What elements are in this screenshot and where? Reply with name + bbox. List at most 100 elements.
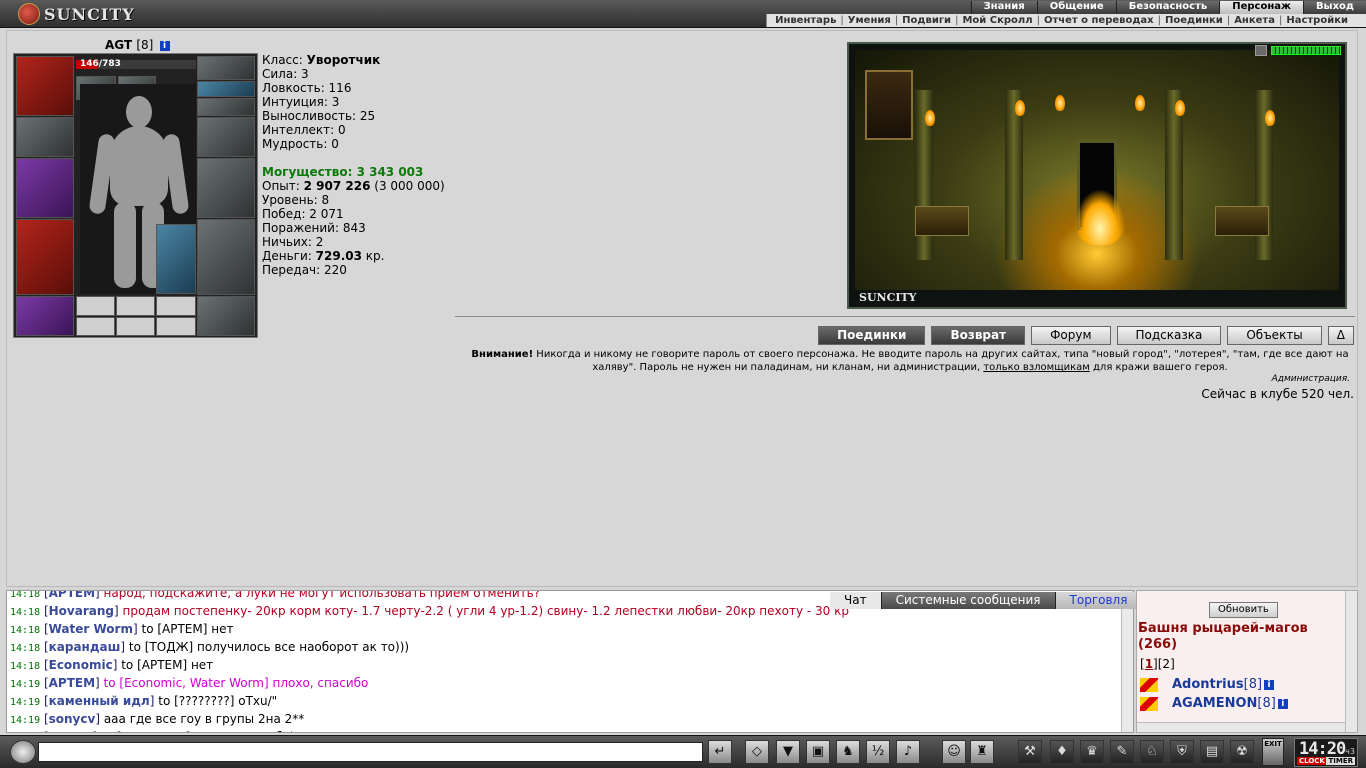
tab-system-messages[interactable]: Системные сообщения	[881, 592, 1056, 609]
weapon-slot[interactable]	[16, 158, 74, 218]
clock-label[interactable]: CLOCK	[1297, 757, 1327, 765]
empty-slot-1[interactable]	[76, 296, 115, 316]
chat-nick[interactable]: карандаш	[49, 640, 121, 654]
info-icon[interactable]: i	[1277, 698, 1288, 709]
page-current[interactable]: 1	[1145, 657, 1153, 671]
shield-icon[interactable]: ⛨	[1170, 740, 1194, 764]
chat-nick[interactable]: Economic	[49, 658, 113, 672]
chest-left[interactable]	[915, 206, 969, 236]
chat-time[interactable]: 14:18	[10, 643, 40, 654]
objects-button[interactable]: Объекты	[1227, 326, 1322, 345]
necklace-slot[interactable]	[197, 81, 255, 97]
save-log-icon[interactable]: ▣	[806, 740, 830, 764]
chat-recipient[interactable]: to [ТОДЖ]	[125, 640, 193, 654]
boots-slot[interactable]	[197, 296, 255, 336]
submenu-skills[interactable]: Умения	[848, 14, 891, 27]
bonfire[interactable]	[1075, 190, 1125, 245]
room-scrollbar[interactable]	[1345, 591, 1357, 732]
menu-security[interactable]: Безопасность	[1115, 1, 1220, 14]
refresh-button[interactable]: Обновить	[1209, 602, 1278, 618]
user-name[interactable]: AGAMENON	[1172, 696, 1257, 711]
exit-button[interactable]: EXIT	[1262, 738, 1284, 766]
earrings-slot[interactable]	[197, 56, 255, 80]
knight-icon[interactable]: ♘	[1140, 740, 1164, 764]
timer-label[interactable]: TIMER	[1326, 757, 1355, 765]
send-icon[interactable]: ↵	[708, 740, 732, 764]
user-row[interactable]: AGAMENON [8] i	[1140, 696, 1288, 711]
half-icon[interactable]: ½	[866, 740, 890, 764]
bracers-slot[interactable]	[16, 117, 74, 157]
submenu-inventory[interactable]: Инвентарь	[775, 14, 836, 27]
hall-banner[interactable]	[865, 70, 913, 140]
empty-slot-4[interactable]	[76, 317, 115, 336]
belt-slot[interactable]	[16, 296, 74, 336]
submenu-profile[interactable]: Анкета	[1234, 14, 1275, 27]
empty-slot-6[interactable]	[156, 317, 196, 336]
radiation-icon[interactable]: ☢	[1230, 740, 1254, 764]
tab-chat[interactable]: Чат	[830, 592, 882, 609]
page-other[interactable]: 2	[1162, 657, 1170, 671]
filter-icon[interactable]: ▼	[776, 740, 800, 764]
rings-slot[interactable]	[197, 98, 255, 116]
tab-trade[interactable]: Торговля	[1055, 592, 1143, 609]
room-horizontal-scrollbar[interactable]	[1137, 722, 1345, 732]
legs-slot[interactable]	[197, 219, 255, 295]
submenu-achievements[interactable]: Подвиги	[902, 14, 951, 27]
scene-toggle-button[interactable]	[1255, 45, 1267, 56]
fighter-icon[interactable]: ♞	[836, 740, 860, 764]
armor-slot[interactable]	[16, 219, 74, 295]
menu-character[interactable]: Персонаж	[1219, 1, 1303, 14]
chat-time[interactable]: 14:18	[10, 625, 40, 636]
chat-recipient[interactable]: to [АРТЕМ]	[117, 658, 187, 672]
offhand-weapon-slot[interactable]	[197, 158, 255, 218]
hammer-icon[interactable]: ⚒	[1018, 740, 1042, 764]
empty-slot-2[interactable]	[116, 296, 155, 316]
chat-time[interactable]: 14:18	[10, 607, 40, 618]
bag-icon[interactable]: ♦	[1050, 740, 1074, 764]
chat-nick[interactable]: каменный идл	[49, 694, 150, 708]
menu-communication[interactable]: Общение	[1036, 1, 1116, 14]
chat-nick[interactable]: АРТЕМ	[49, 676, 95, 690]
hint-button[interactable]: Подсказка	[1116, 326, 1222, 345]
chat-recipient[interactable]: to [карандаш]	[97, 730, 190, 732]
chat-nick[interactable]: Hovarang	[49, 604, 114, 618]
chat-nick[interactable]: ТОДЖ	[49, 730, 93, 732]
chat-time[interactable]: 14:19	[10, 679, 40, 690]
return-button[interactable]: Возврат	[931, 326, 1026, 345]
warning-link[interactable]: только взломщикам	[983, 362, 1089, 373]
chest-right[interactable]	[1215, 206, 1269, 236]
chat-time[interactable]: 14:18	[10, 591, 40, 600]
sound-icon[interactable]: ♪	[896, 740, 920, 764]
crest-icon[interactable]: ♛	[1080, 740, 1104, 764]
chat-recipient[interactable]: to [Economic, Water Worm]	[100, 676, 269, 690]
submenu-my-scroll[interactable]: Мой Скролл	[962, 14, 1032, 27]
helmet-icon[interactable]: ♜	[970, 740, 994, 764]
helmet-slot[interactable]	[16, 56, 74, 116]
chest-icon[interactable]: ▤	[1200, 740, 1224, 764]
user-row[interactable]: Adontrius [8] i	[1140, 677, 1275, 692]
submenu-settings[interactable]: Настройки	[1286, 14, 1348, 27]
user-name[interactable]: Adontrius	[1172, 677, 1244, 692]
eraser-icon[interactable]: ◇	[745, 740, 769, 764]
logo[interactable]: SUNCITY	[18, 3, 135, 25]
menu-exit[interactable]: Выход	[1302, 1, 1366, 14]
chat-recipient[interactable]: to [????????]	[154, 694, 234, 708]
smiley-icon[interactable]: ☺	[942, 740, 966, 764]
chat-nick[interactable]: АРТЕМ	[49, 591, 95, 600]
info-icon[interactable]: i	[159, 41, 170, 51]
submenu-transfer-report[interactable]: Отчет о переводах	[1044, 14, 1154, 27]
gloves-slot[interactable]	[197, 117, 255, 157]
fights-button[interactable]: Поединки	[818, 326, 926, 345]
chat-nick[interactable]: sonycv	[49, 712, 96, 726]
empty-slot-3[interactable]	[156, 296, 196, 316]
chat-nick[interactable]: Water Worm	[49, 622, 133, 636]
empty-slot-5[interactable]	[116, 317, 155, 336]
chat-input[interactable]	[38, 742, 703, 762]
chat-time[interactable]: 14:19	[10, 715, 40, 726]
forum-button[interactable]: Форум	[1031, 326, 1111, 345]
chat-time[interactable]: 14:18	[10, 661, 40, 672]
scroll-icon[interactable]: ✎	[1110, 740, 1134, 764]
pet-slot[interactable]	[156, 224, 196, 294]
submenu-fights[interactable]: Поединки	[1165, 14, 1223, 27]
chat-speaker-icon[interactable]	[10, 740, 36, 764]
